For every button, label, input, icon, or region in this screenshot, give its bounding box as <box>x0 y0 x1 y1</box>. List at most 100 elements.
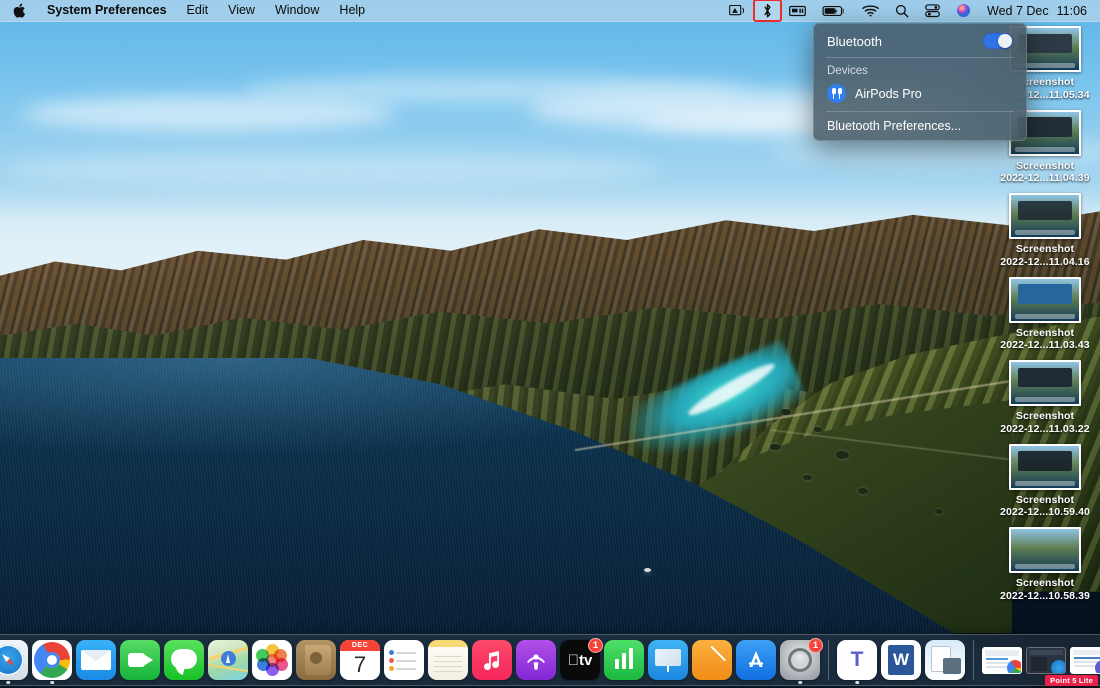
minimized-window-safari[interactable] <box>1026 647 1066 674</box>
dock-item-notes[interactable] <box>428 640 468 680</box>
toggle-knob <box>998 34 1012 48</box>
dock-item-pages[interactable] <box>692 640 732 680</box>
desktop-icon-screenshot[interactable]: Screenshot 2022-12...11.03.43 <box>996 277 1094 352</box>
dock-item-calendar[interactable]: DEC 7 <box>340 640 380 680</box>
bluetooth-menu-title: Bluetooth <box>827 34 882 49</box>
dock-item-mail[interactable] <box>76 640 116 680</box>
screenshot-thumbnail <box>1009 444 1081 490</box>
running-indicator <box>6 681 10 685</box>
control-center-icon[interactable] <box>917 0 948 21</box>
siri-icon[interactable] <box>948 0 979 21</box>
menu-view[interactable]: View <box>218 0 265 21</box>
divider <box>826 57 1014 58</box>
keyboard-input-icon[interactable] <box>781 0 814 21</box>
chrome-icon <box>1007 660 1022 674</box>
spotlight-search-icon[interactable] <box>887 0 917 21</box>
dock-item-numbers[interactable] <box>604 640 644 680</box>
desktop-icon-timestamp: 2022-12...11.04.39 <box>996 172 1094 185</box>
dock-item-system-preferences[interactable]: 1 <box>780 640 820 680</box>
dock-item-safari[interactable] <box>0 640 28 680</box>
apple-logo-icon[interactable] <box>0 0 37 21</box>
menu-system-preferences[interactable]: System Preferences <box>37 0 177 21</box>
minimized-window-chrome[interactable] <box>982 647 1022 674</box>
dock-item-photos[interactable] <box>252 640 292 680</box>
bluetooth-device-label: AirPods Pro <box>855 87 922 101</box>
menu-bar-time: 11:06 <box>1057 4 1087 18</box>
screen-mirroring-icon[interactable] <box>721 0 754 21</box>
sea-rock <box>803 475 812 480</box>
menu-edit[interactable]: Edit <box>177 0 219 21</box>
dock-item-contacts[interactable] <box>296 640 336 680</box>
dock-item-music[interactable] <box>472 640 512 680</box>
divider <box>826 111 1014 112</box>
battery-icon[interactable] <box>814 0 854 21</box>
dock-item-app-store[interactable] <box>736 640 776 680</box>
desktop-icon-timestamp: 2022-12...11.03.22 <box>996 423 1094 436</box>
dock-item-chrome[interactable] <box>32 640 72 680</box>
sea-rock <box>770 444 781 450</box>
desktop-icon-screenshot[interactable]: Screenshot 2022-12...11.04.16 <box>996 193 1094 268</box>
menu-bar-clock[interactable]: Wed 7 Dec 11:06 <box>979 4 1091 18</box>
dock-item-reminders[interactable] <box>384 640 424 680</box>
desktop-icon-screenshot[interactable]: Screenshot 2022-12...11.03.22 <box>996 360 1094 435</box>
teams-icon <box>1095 660 1100 674</box>
menu-window[interactable]: Window <box>265 0 329 21</box>
menu-help[interactable]: Help <box>329 0 375 21</box>
desktop-icon-timestamp: 2022-12...10.58.39 <box>996 590 1094 603</box>
desktop-icon-timestamp: 2022-12...11.04.16 <box>996 256 1094 269</box>
desktop-icon-screenshot[interactable]: Screenshot 2022-12...10.59.40 <box>996 444 1094 519</box>
desktop-icon-name: Screenshot <box>996 410 1094 423</box>
desktop-icon-name: Screenshot <box>996 494 1094 507</box>
calendar-day-number: 7 <box>340 650 380 680</box>
dock-item-keynote[interactable] <box>648 640 688 680</box>
desktop-icon-name: Screenshot <box>996 327 1094 340</box>
desktop-icon-timestamp: 2022-12...10.59.40 <box>996 506 1094 519</box>
dock-item-word[interactable]: W <box>881 640 921 680</box>
screenshot-thumbnail <box>1009 527 1081 573</box>
sea-rock <box>836 451 849 459</box>
dock-item-maps[interactable] <box>208 640 248 680</box>
devices-section-label: Devices <box>814 60 1026 80</box>
bluetooth-preferences-item[interactable]: Bluetooth Preferences... <box>814 114 1026 136</box>
desktop-icon-timestamp: 2022-12...11.03.43 <box>996 339 1094 352</box>
bluetooth-icon[interactable] <box>754 0 781 21</box>
safari-icon <box>1051 660 1066 674</box>
dock-item-facetime[interactable] <box>120 640 160 680</box>
minimized-window-teams[interactable] <box>1070 647 1100 674</box>
dock-divider <box>973 640 974 680</box>
dock-item-apple-tv[interactable]: tv 1 <box>560 640 600 680</box>
boat <box>644 568 651 572</box>
bluetooth-menu-panel: Bluetooth Devices AirPods Pro Bluetooth … <box>813 23 1027 141</box>
wifi-icon[interactable] <box>854 0 887 21</box>
screenshot-thumbnail <box>1009 277 1081 323</box>
screenshot-thumbnail <box>1009 193 1081 239</box>
screenshot-thumbnail <box>1009 360 1081 406</box>
notification-badge: 1 <box>808 638 823 653</box>
desktop-icon-screenshot[interactable]: Screenshot 2022-12...10.58.39 <box>996 527 1094 602</box>
menu-bar-date: Wed 7 Dec <box>987 4 1049 18</box>
dock: DEC 7 <box>0 634 1100 686</box>
dock-item-teams[interactable]: T <box>837 640 877 680</box>
menu-bar-status-items: Wed 7 Dec 11:06 <box>721 0 1100 21</box>
dock-divider <box>828 640 829 680</box>
desktop-icon-name: Screenshot <box>996 577 1094 590</box>
desktop-icon-name: Screenshot <box>996 160 1094 173</box>
menu-bar: System Preferences Edit View Window Help <box>0 0 1100 22</box>
desktop-icon-name: Screenshot <box>996 243 1094 256</box>
running-indicator <box>798 681 802 685</box>
bluetooth-device-airpods-pro[interactable]: AirPods Pro <box>814 80 1026 109</box>
sea-rock <box>814 427 822 432</box>
bluetooth-toggle-row[interactable]: Bluetooth <box>814 29 1026 55</box>
menu-bar-app-menus: System Preferences Edit View Window Help <box>0 0 375 21</box>
cloud <box>0 151 660 185</box>
dock-item-preview[interactable] <box>925 640 965 680</box>
dock-item-podcasts[interactable] <box>516 640 556 680</box>
watermark-badge: Point 5 Lite <box>1045 675 1098 687</box>
airpods-icon <box>827 84 846 103</box>
dock-item-messages[interactable] <box>164 640 204 680</box>
bluetooth-power-toggle[interactable] <box>983 33 1013 49</box>
running-indicator <box>50 681 54 685</box>
running-indicator <box>855 681 859 685</box>
notification-badge: 1 <box>588 638 603 653</box>
cloud <box>22 96 396 130</box>
